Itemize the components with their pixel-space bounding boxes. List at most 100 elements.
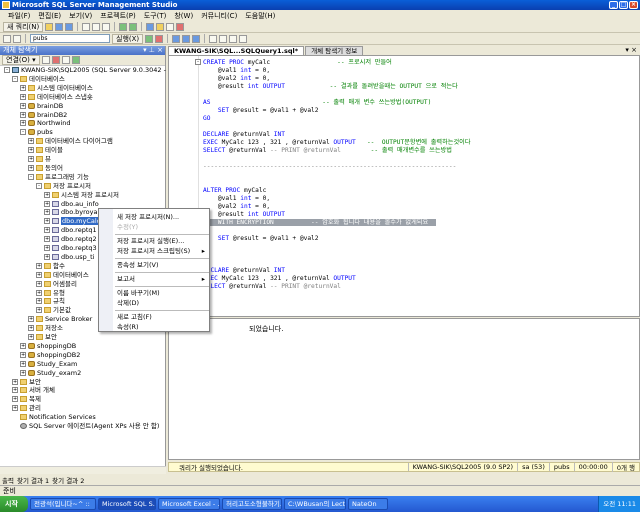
- expand-toggle-icon[interactable]: +: [36, 280, 42, 287]
- tree-node[interactable]: - KWANG-SIK\SQL2005 (SQL Server 9.0.3042 …: [4, 66, 175, 74]
- cancel-query-icon[interactable]: [155, 34, 164, 43]
- tree-node[interactable]: + dbo.au_info: [44, 200, 99, 208]
- disconnect-icon[interactable]: [41, 56, 50, 64]
- undo-icon[interactable]: [119, 22, 128, 31]
- tree-node[interactable]: SQL Server 에이전트(Agent XPs 사용 안 함): [12, 422, 159, 430]
- expand-toggle-icon[interactable]: +: [44, 218, 50, 225]
- expand-toggle-icon[interactable]: +: [20, 369, 26, 376]
- context-menu-item[interactable]: 새로 고침(F): [117, 312, 207, 322]
- expand-toggle-icon[interactable]: +: [36, 298, 42, 305]
- indent-icon[interactable]: [229, 34, 238, 43]
- close-button[interactable]: ×: [629, 1, 638, 9]
- menu-community[interactable]: 커뮤니티(C): [197, 11, 241, 21]
- results-to-text-icon[interactable]: [172, 34, 181, 43]
- tree-node[interactable]: + 서버 개체: [12, 386, 55, 394]
- menu-window[interactable]: 창(W): [170, 11, 197, 21]
- expand-toggle-icon[interactable]: +: [12, 405, 18, 412]
- tree-node[interactable]: Notification Services: [12, 413, 96, 421]
- context-menu-item[interactable]: 이름 바꾸기(M): [117, 288, 207, 298]
- filter-icon[interactable]: [61, 56, 70, 64]
- tree-node[interactable]: + Service Broker: [28, 315, 92, 323]
- taskbar-button[interactable]: 허리고도소형불하기...: [222, 498, 282, 510]
- tree-node[interactable]: + shoppingDB2: [20, 351, 80, 359]
- tree-node[interactable]: - 데이터베이스: [12, 75, 65, 83]
- comment-icon[interactable]: [209, 34, 218, 43]
- tree-node[interactable]: + dbo.reptq2: [44, 235, 97, 243]
- expand-toggle-icon[interactable]: +: [36, 289, 42, 296]
- expand-toggle-icon[interactable]: +: [20, 111, 26, 118]
- pin-icon[interactable]: ▾ ⊥ ×: [143, 46, 163, 55]
- uncomment-icon[interactable]: [219, 34, 228, 43]
- expand-toggle-icon[interactable]: +: [28, 138, 34, 145]
- paste-icon[interactable]: [102, 22, 111, 31]
- tree-node[interactable]: + 규칙: [36, 297, 65, 305]
- tree-node[interactable]: + dbo.myCalc: [44, 217, 102, 226]
- connect-icon[interactable]: [3, 34, 11, 43]
- expand-toggle-icon[interactable]: +: [28, 325, 34, 332]
- expand-toggle-icon[interactable]: +: [44, 245, 50, 251]
- open-file-icon[interactable]: [45, 22, 54, 31]
- expand-toggle-icon[interactable]: +: [28, 316, 34, 323]
- expand-toggle-icon[interactable]: +: [44, 191, 50, 198]
- expand-toggle-icon[interactable]: +: [28, 147, 34, 154]
- expand-toggle-icon[interactable]: +: [44, 209, 50, 216]
- menu-help[interactable]: 도움말(H): [241, 11, 279, 21]
- cut-icon[interactable]: [82, 22, 91, 31]
- tree-node[interactable]: + 시스템 데이터베이스: [20, 84, 93, 92]
- menu-edit[interactable]: 편집(E): [34, 11, 65, 21]
- menu-view[interactable]: 보기(V): [65, 11, 96, 21]
- expand-toggle-icon[interactable]: +: [20, 342, 26, 349]
- tree-node[interactable]: + brainDB2: [20, 111, 67, 119]
- query-editor[interactable]: - CREATE PROC myCalc -- 프로시저 만들어 @val1 i…: [168, 55, 640, 317]
- results-to-grid-icon[interactable]: [182, 34, 191, 43]
- expand-toggle-icon[interactable]: -: [36, 182, 42, 189]
- tree-node[interactable]: + 기본값: [36, 306, 71, 314]
- expand-toggle-icon[interactable]: +: [36, 307, 42, 314]
- taskbar-button[interactable]: Microsoft Excel - ...: [158, 498, 220, 510]
- context-menu-item[interactable]: 종속성 보기(V): [117, 260, 207, 270]
- tree-node[interactable]: + 관리: [12, 404, 41, 412]
- taskbar-button[interactable]: NateOn: [348, 498, 388, 510]
- start-button[interactable]: 시작: [0, 496, 28, 512]
- expand-toggle-icon[interactable]: +: [20, 360, 26, 367]
- expand-toggle-icon[interactable]: +: [28, 164, 34, 171]
- expand-toggle-icon[interactable]: +: [20, 102, 26, 109]
- expand-toggle-icon[interactable]: +: [20, 84, 26, 91]
- execute-button[interactable]: 실행(X): [112, 33, 144, 44]
- save-icon[interactable]: [55, 22, 64, 31]
- expand-toggle-icon[interactable]: -: [4, 67, 10, 73]
- tree-node[interactable]: + Study_Exam: [20, 360, 77, 368]
- redo-icon[interactable]: [129, 22, 138, 31]
- new-query-button[interactable]: 새 쿼리(N): [3, 21, 44, 32]
- tree-node[interactable]: + 어셈블리: [36, 280, 77, 288]
- tree-node[interactable]: - 저장 프로시저: [36, 182, 91, 190]
- expand-toggle-icon[interactable]: +: [44, 200, 50, 207]
- expand-toggle-icon[interactable]: +: [44, 253, 50, 260]
- database-select[interactable]: pubs: [30, 34, 110, 43]
- tree-node[interactable]: + dbo.byroyalty: [44, 208, 106, 216]
- expand-toggle-icon[interactable]: +: [20, 120, 26, 127]
- tree-node[interactable]: + dbo.reptq3: [44, 244, 97, 252]
- expand-toggle-icon[interactable]: +: [44, 236, 50, 243]
- context-menu-item[interactable]: 새 저장 프로시저(N)...: [117, 212, 207, 222]
- expand-toggle-icon[interactable]: +: [20, 351, 26, 358]
- outdent-icon[interactable]: [239, 34, 248, 43]
- toolbox-icon[interactable]: [176, 22, 185, 31]
- results-to-file-icon[interactable]: [192, 34, 201, 43]
- tree-node[interactable]: + 보안: [28, 333, 57, 341]
- menu-project[interactable]: 프로젝트(P): [96, 11, 139, 21]
- tab-sqlquery1[interactable]: KWANG-SIK\SQL...SQLQuery1.sql*: [168, 46, 305, 55]
- tree-node[interactable]: + dbo.usp_ti: [44, 253, 94, 261]
- expand-toggle-icon[interactable]: -: [12, 75, 18, 82]
- tree-node[interactable]: + 저장소: [28, 324, 63, 332]
- tree-node[interactable]: + Northwind: [20, 119, 71, 127]
- tree-node[interactable]: + 함수: [36, 262, 65, 270]
- tree-node[interactable]: + 데이터베이스 스냅숏: [20, 93, 93, 101]
- disconnect-icon[interactable]: [13, 34, 21, 43]
- taskbar-button[interactable]: Microsoft SQL S...: [98, 498, 156, 510]
- menu-tools[interactable]: 도구(T): [140, 11, 171, 21]
- tab-output[interactable]: 출력: [2, 475, 14, 485]
- expand-toggle-icon[interactable]: +: [36, 262, 42, 269]
- tree-node[interactable]: + 동의어: [28, 164, 63, 172]
- tree-node[interactable]: + 보안: [12, 378, 41, 386]
